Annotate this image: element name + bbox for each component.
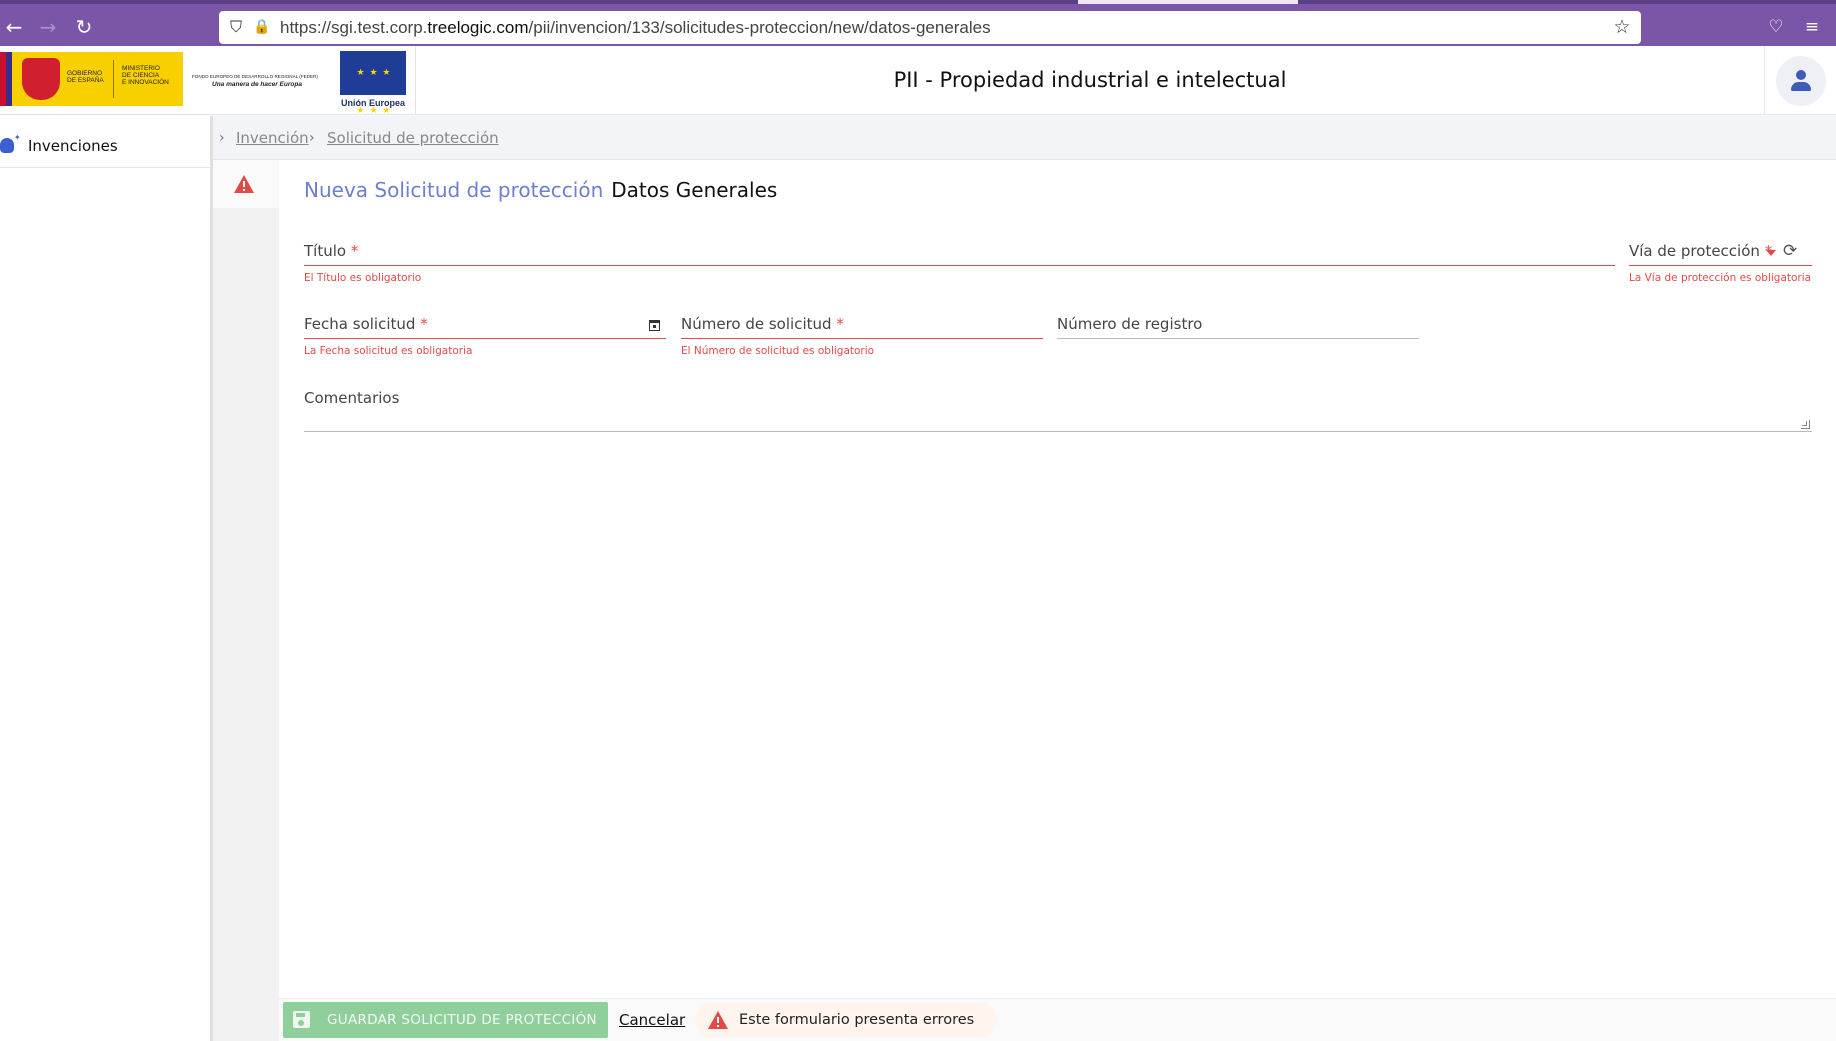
browser-toolbar: ← → ↻ ⛉ 🔒 https://sgi.test.corp.treelogi…: [0, 0, 1836, 46]
pocket-icon[interactable]: ♡: [1764, 15, 1788, 39]
forward-icon[interactable]: →: [34, 13, 62, 41]
titulo-label: Título: [304, 242, 347, 260]
app-header: GOBIERNO DE ESPAÑA MINISTERIO DE CIENCIA…: [0, 46, 1836, 116]
numero-solicitud-label: Número de solicitud: [681, 315, 832, 333]
save-icon: [293, 1011, 310, 1028]
url-bar[interactable]: ⛉ 🔒 https://sgi.test.corp.treelogic.com/…: [219, 11, 1641, 44]
breadcrumb-solicitud[interactable]: Solicitud de protección: [327, 116, 499, 160]
rail-background: [213, 208, 279, 1041]
resize-handle-icon[interactable]: [1801, 420, 1810, 429]
numero-registro-label: Número de registro: [1057, 315, 1203, 333]
comentarios-label: Comentarios: [304, 389, 400, 407]
coat-of-arms-icon: [22, 58, 60, 100]
lock-icon[interactable]: 🔒: [253, 18, 271, 36]
main-content: Nueva Solicitud de protección Datos Gener…: [279, 160, 1836, 998]
refresh-icon[interactable]: ⟳: [1783, 241, 1797, 261]
bookmark-star-icon[interactable]: ☆: [1611, 16, 1633, 38]
chevron-right-icon: ›: [309, 130, 315, 146]
titulo-error: El Título es obligatorio: [304, 272, 422, 284]
form-error-message: Este formulario presenta errores: [695, 1002, 997, 1038]
dropdown-arrow-icon[interactable]: [1766, 250, 1776, 256]
calendar-icon[interactable]: [649, 320, 660, 331]
titulo-field[interactable]: Título * El Título es obligatorio: [304, 242, 1615, 284]
page-title: Nueva Solicitud de protección Datos Gener…: [304, 178, 777, 202]
via-proteccion-error: La Vía de protección es obligatoria: [1629, 272, 1812, 284]
active-tab-indicator: [1078, 0, 1298, 4]
fecha-solicitud-error: La Fecha solicitud es obligatoria: [304, 345, 473, 357]
gobierno-text: GOBIERNO DE ESPAÑA: [67, 70, 104, 84]
url-text[interactable]: https://sgi.test.corp.treelogic.com/pii/…: [280, 11, 991, 44]
save-button-label: GUARDAR SOLICITUD DE PROTECCIÓN: [327, 1012, 597, 1028]
form-error-text: Este formulario presenta errores: [739, 1012, 975, 1028]
via-proteccion-select[interactable]: Vía de protección * ⟳ La Vía de protecci…: [1629, 241, 1812, 284]
app-title: PII - Propiedad industrial e intelectual: [893, 68, 1287, 92]
ministerio-text: MINISTERIO DE CIENCIA E INNOVACIÓN: [122, 65, 169, 86]
section-rail: [213, 160, 279, 208]
sidebar-item-label: Invenciones: [28, 137, 118, 155]
user-menu-button[interactable]: [1776, 56, 1826, 106]
eu-logo: ★ ★ ★ ★ ★ ★ Unión Europea: [340, 51, 406, 116]
breadcrumb-invencion[interactable]: Invención: [236, 116, 309, 160]
sidebar: ✦ Invenciones: [0, 116, 213, 1041]
breadcrumb: › Invención › Solicitud de protección: [213, 116, 1836, 160]
numero-registro-field[interactable]: Número de registro: [1057, 315, 1419, 339]
reload-icon[interactable]: ↻: [70, 13, 98, 41]
chevron-right-icon: ›: [219, 130, 225, 146]
warning-icon: [708, 1011, 728, 1029]
page-title-highlight: Nueva Solicitud de protección: [304, 178, 604, 202]
warning-icon[interactable]: [233, 174, 255, 194]
feder-logo: FONDO EUROPEO DE DESARROLLO REGIONAL (FE…: [192, 74, 318, 88]
fecha-solicitud-label: Fecha solicitud: [304, 315, 416, 333]
cancel-link[interactable]: Cancelar: [619, 999, 685, 1041]
numero-solicitud-field[interactable]: Número de solicitud * El Número de solic…: [681, 315, 1043, 357]
via-proteccion-label: Vía de protección: [1629, 242, 1760, 260]
page-title-section: Datos Generales: [611, 178, 778, 202]
back-icon[interactable]: ←: [0, 13, 28, 41]
browser-menu-icon[interactable]: ≡: [1800, 15, 1824, 39]
comentarios-textarea[interactable]: Comentarios: [304, 389, 1812, 432]
tracking-shield-icon[interactable]: ⛉: [227, 18, 245, 36]
form-footer: GUARDAR SOLICITUD DE PROTECCIÓN Cancelar…: [279, 998, 1836, 1041]
fecha-solicitud-field[interactable]: Fecha solicitud * La Fecha solicitud es …: [304, 315, 666, 357]
numero-solicitud-error: El Número de solicitud es obligatorio: [681, 345, 875, 357]
save-button[interactable]: GUARDAR SOLICITUD DE PROTECCIÓN: [283, 1002, 608, 1038]
lightbulb-icon: [0, 138, 14, 153]
sidebar-item-invenciones[interactable]: ✦ Invenciones: [0, 124, 210, 168]
gobierno-logo: GOBIERNO DE ESPAÑA MINISTERIO DE CIENCIA…: [0, 52, 183, 106]
user-icon: [1796, 70, 1806, 80]
